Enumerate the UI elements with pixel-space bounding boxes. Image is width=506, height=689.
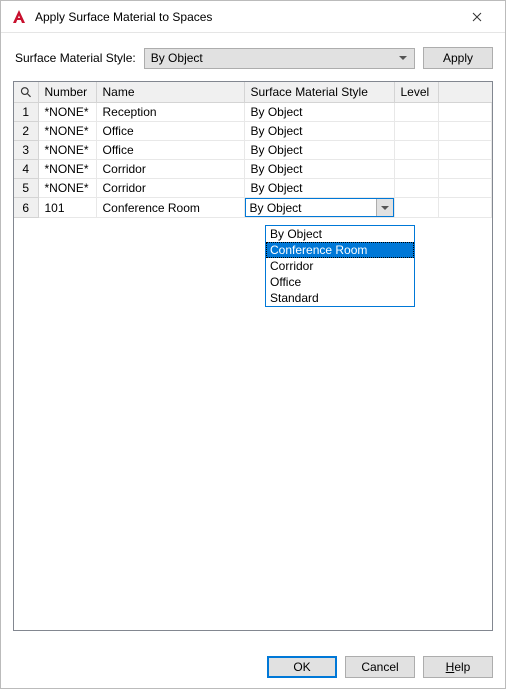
cell-style[interactable]: By Object (244, 160, 394, 179)
cell-level[interactable] (394, 160, 438, 179)
search-column-header[interactable] (14, 82, 38, 103)
row-index: 1 (14, 103, 38, 122)
cell-level[interactable] (394, 122, 438, 141)
cell-number[interactable]: *NONE* (38, 103, 96, 122)
app-logo-icon (11, 9, 27, 25)
cell-name[interactable]: Reception (96, 103, 244, 122)
cell-style-value: By Object (250, 201, 376, 215)
cell-level[interactable] (394, 103, 438, 122)
dropdown-option[interactable]: Standard (266, 290, 414, 306)
table-row[interactable]: 2 *NONE* Office By Object (14, 122, 492, 141)
grid-header-row: Number Name Surface Material Style Level (14, 82, 492, 103)
row-index: 2 (14, 122, 38, 141)
close-button[interactable] (457, 3, 497, 31)
col-pad (438, 82, 492, 103)
table-row[interactable]: 3 *NONE* Office By Object (14, 141, 492, 160)
help-label: Help (446, 660, 471, 674)
cell-level[interactable] (394, 141, 438, 160)
row-index: 4 (14, 160, 38, 179)
chevron-down-icon[interactable] (376, 199, 393, 216)
dropdown-option[interactable]: By Object (266, 226, 414, 242)
cell-number[interactable]: *NONE* (38, 179, 96, 198)
combo-value: By Object (151, 51, 396, 65)
cell-name[interactable]: Corridor (96, 160, 244, 179)
cell-style[interactable]: By Object (244, 179, 394, 198)
style-label: Surface Material Style: (15, 51, 136, 65)
dropdown-option-selected[interactable]: Conference Room (266, 242, 414, 258)
dialog-footer: OK Cancel Help (1, 646, 505, 688)
ok-button[interactable]: OK (267, 656, 337, 678)
cell-name[interactable]: Conference Room (96, 198, 244, 218)
window-title: Apply Surface Material to Spaces (35, 10, 457, 24)
table-row[interactable]: 5 *NONE* Corridor By Object (14, 179, 492, 198)
cell-number[interactable]: *NONE* (38, 160, 96, 179)
cell-level[interactable] (394, 198, 438, 218)
table-row[interactable]: 1 *NONE* Reception By Object (14, 103, 492, 122)
cell-number[interactable]: *NONE* (38, 122, 96, 141)
cell-level[interactable] (394, 179, 438, 198)
help-button[interactable]: Help (423, 656, 493, 678)
col-name[interactable]: Name (96, 82, 244, 103)
cell-style[interactable]: By Object (244, 122, 394, 141)
cancel-button[interactable]: Cancel (345, 656, 415, 678)
col-style[interactable]: Surface Material Style (244, 82, 394, 103)
cell-number[interactable]: 101 (38, 198, 96, 218)
toolbar: Surface Material Style: By Object Apply (1, 33, 505, 81)
spaces-grid[interactable]: Number Name Surface Material Style Level… (13, 81, 493, 631)
dropdown-option[interactable]: Corridor (266, 258, 414, 274)
row-index: 5 (14, 179, 38, 198)
cell-style-editing[interactable]: By Object (244, 198, 394, 218)
style-dropdown-list[interactable]: By Object Conference Room Corridor Offic… (265, 225, 415, 307)
cell-name[interactable]: Corridor (96, 179, 244, 198)
cell-name[interactable]: Office (96, 122, 244, 141)
chevron-down-icon (396, 56, 410, 60)
cell-number[interactable]: *NONE* (38, 141, 96, 160)
titlebar: Apply Surface Material to Spaces (1, 1, 505, 33)
cell-name[interactable]: Office (96, 141, 244, 160)
cell-style[interactable]: By Object (244, 103, 394, 122)
row-index: 6 (14, 198, 38, 218)
table-row[interactable]: 6 101 Conference Room By Object (14, 198, 492, 218)
search-icon (20, 86, 32, 98)
apply-button[interactable]: Apply (423, 47, 493, 69)
row-index: 3 (14, 141, 38, 160)
dropdown-option[interactable]: Office (266, 274, 414, 290)
col-number[interactable]: Number (38, 82, 96, 103)
col-level[interactable]: Level (394, 82, 438, 103)
surface-material-style-combo[interactable]: By Object (144, 48, 415, 69)
table-row[interactable]: 4 *NONE* Corridor By Object (14, 160, 492, 179)
cell-style[interactable]: By Object (244, 141, 394, 160)
